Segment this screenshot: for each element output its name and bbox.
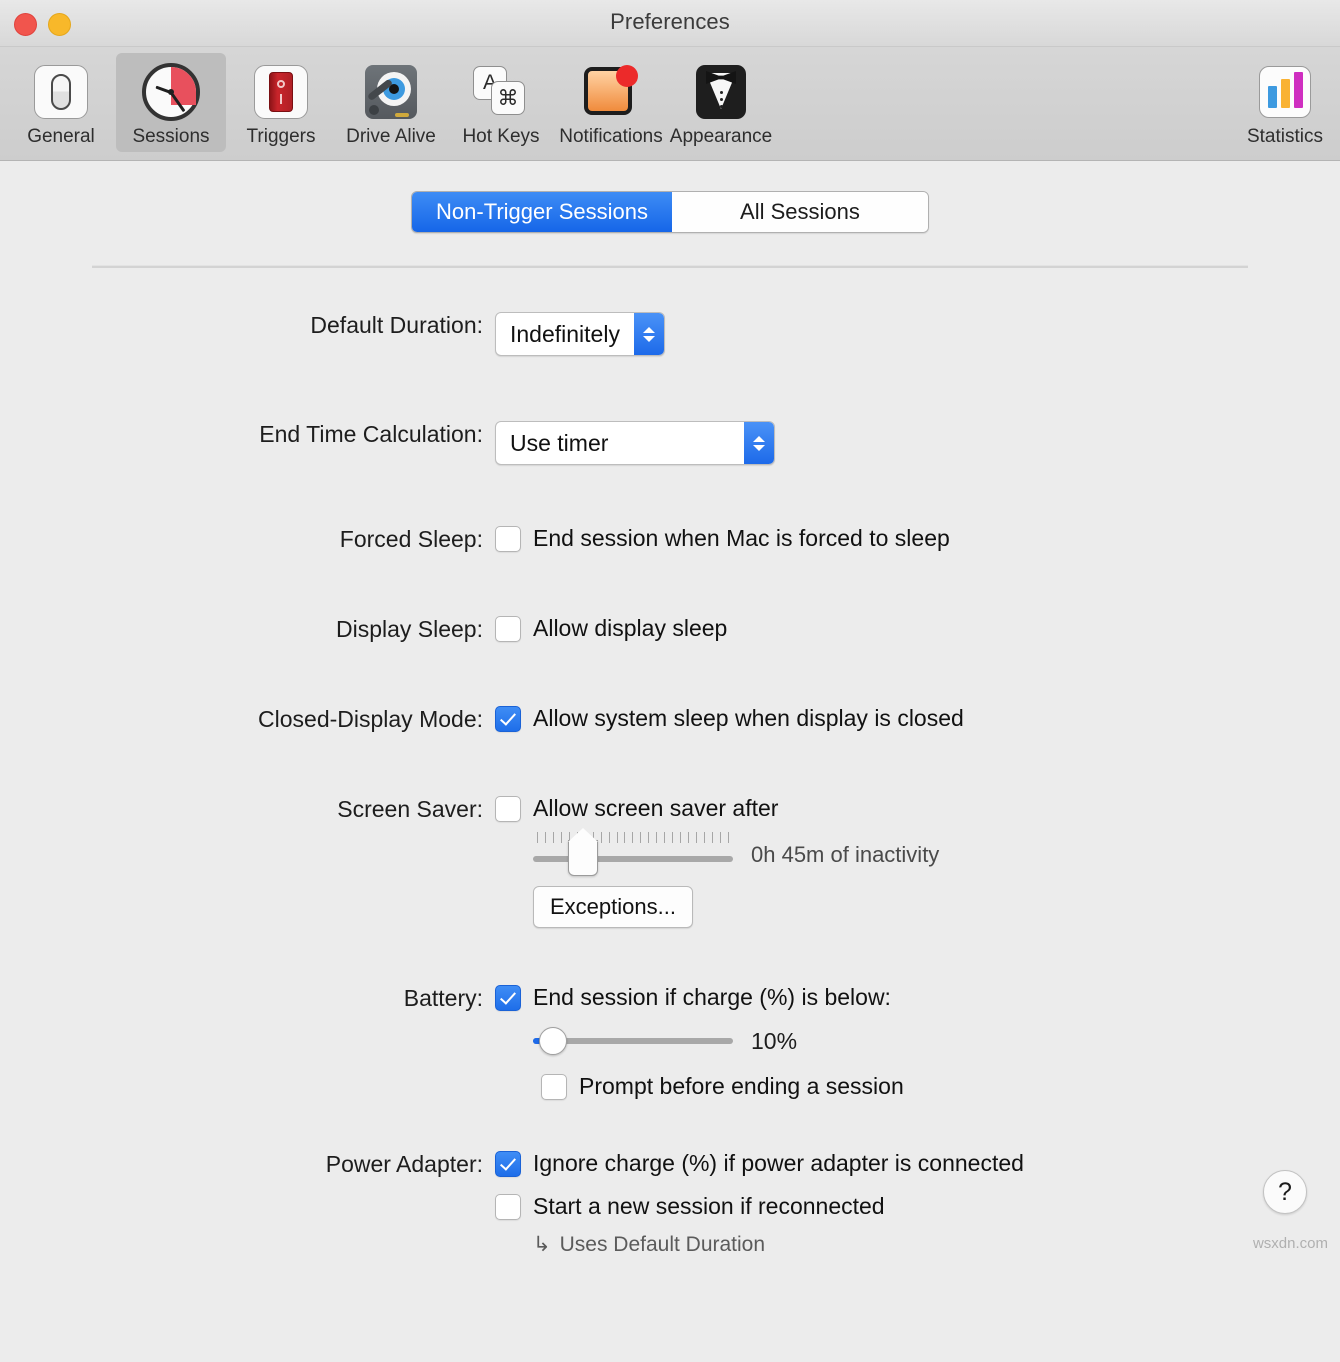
battery-slider-thumb[interactable]	[539, 1027, 567, 1055]
row-battery: Battery: End session if charge (%) is be…	[0, 984, 1340, 1100]
toolbar-item-notifications[interactable]: Notifications	[556, 53, 666, 152]
window-title: Preferences	[0, 9, 1340, 35]
toolbar-label-general: General	[6, 126, 116, 148]
row-forced-sleep: Forced Sleep: End session when Mac is fo…	[0, 525, 1340, 553]
label-display-sleep: Display Sleep:	[0, 615, 495, 643]
row-end-time-calculation: End Time Calculation: Use timer	[0, 421, 1340, 465]
label-forced-sleep: Forced Sleep:	[0, 525, 495, 553]
row-closed-display-mode: Closed-Display Mode: Allow system sleep …	[0, 705, 1340, 733]
toolbar-flexible-space	[776, 53, 1230, 63]
label-screen-saver: Screen Saver:	[0, 795, 495, 823]
clock-icon	[116, 59, 226, 125]
checkbox-label-battery-end-session: End session if charge (%) is below:	[533, 984, 891, 1011]
row-display-sleep: Display Sleep: Allow display sleep	[0, 615, 1340, 643]
label-default-duration: Default Duration:	[0, 312, 495, 339]
session-scope-segmented-control[interactable]: Non-Trigger Sessions All Sessions	[411, 191, 929, 233]
checkbox-battery-prompt[interactable]	[541, 1074, 567, 1100]
notification-icon	[556, 59, 666, 125]
window-titlebar: Preferences	[0, 0, 1340, 47]
screen-saver-slider[interactable]	[533, 830, 733, 880]
label-power-adapter: Power Adapter:	[0, 1150, 495, 1178]
default-duration-popup-button[interactable]: Indefinitely	[495, 312, 665, 356]
tuxedo-icon	[666, 59, 776, 125]
checkbox-screen-saver[interactable]	[495, 796, 521, 822]
preferences-toolbar: General Sessions Triggers	[0, 47, 1340, 161]
default-duration-value: Indefinitely	[496, 313, 634, 355]
checkbox-label-battery-prompt: Prompt before ending a session	[579, 1073, 904, 1100]
segment-non-trigger-sessions[interactable]: Non-Trigger Sessions	[412, 192, 672, 232]
battery-threshold-slider[interactable]	[533, 1024, 733, 1058]
stepper-chevrons-icon	[634, 313, 664, 355]
screen-saver-slider-ticks	[537, 832, 729, 843]
hard-drive-icon	[336, 59, 446, 125]
toolbar-item-sessions[interactable]: Sessions	[116, 53, 226, 152]
preferences-content: Non-Trigger Sessions All Sessions Defaul…	[0, 161, 1340, 1257]
keyboard-keys-icon: A ⌘	[446, 59, 556, 125]
checkbox-start-new-session[interactable]	[495, 1194, 521, 1220]
toolbar-label-hot-keys: Hot Keys	[446, 126, 556, 148]
toggle-switch-icon	[6, 59, 116, 125]
bar-chart-icon	[1230, 59, 1340, 125]
end-time-calculation-popup-button[interactable]: Use timer	[495, 421, 775, 465]
checkbox-label-forced-sleep: End session when Mac is forced to sleep	[533, 525, 950, 552]
label-battery: Battery:	[0, 984, 495, 1012]
toolbar-label-appearance: Appearance	[666, 126, 776, 148]
label-end-time-calculation: End Time Calculation:	[0, 421, 495, 448]
screen-saver-slider-track	[533, 856, 733, 862]
exceptions-button[interactable]: Exceptions...	[533, 886, 693, 928]
note-arrow-icon: ↳	[533, 1232, 551, 1257]
toolbar-item-triggers[interactable]: Triggers	[226, 53, 336, 152]
checkbox-label-screen-saver: Allow screen saver after	[533, 795, 778, 822]
note-text: Uses Default Duration	[560, 1233, 765, 1257]
checkbox-ignore-charge[interactable]	[495, 1151, 521, 1177]
row-default-duration: Default Duration: Indefinitely	[0, 312, 1340, 356]
screen-saver-slider-value: 0h 45m of inactivity	[751, 842, 939, 868]
toolbar-item-drive-alive[interactable]: Drive Alive	[336, 53, 446, 152]
label-closed-display-mode: Closed-Display Mode:	[0, 705, 495, 733]
toolbar-item-hot-keys[interactable]: A ⌘ Hot Keys	[446, 53, 556, 152]
checkbox-forced-sleep[interactable]	[495, 526, 521, 552]
segment-all-sessions[interactable]: All Sessions	[672, 192, 928, 232]
toolbar-item-appearance[interactable]: Appearance	[666, 53, 776, 152]
power-adapter-note: ↳ Uses Default Duration	[533, 1232, 1340, 1257]
checkbox-battery-end-session[interactable]	[495, 985, 521, 1011]
toolbar-label-sessions: Sessions	[116, 126, 226, 148]
toolbar-item-statistics[interactable]: Statistics	[1230, 53, 1340, 152]
watermark: wsxdn.com	[1253, 1235, 1328, 1252]
toolbar-label-triggers: Triggers	[226, 126, 336, 148]
checkbox-label-closed-display-mode: Allow system sleep when display is close…	[533, 705, 964, 732]
checkbox-closed-display-mode[interactable]	[495, 706, 521, 732]
screen-saver-slider-thumb[interactable]	[568, 840, 598, 876]
battery-slider-value: 10%	[751, 1028, 797, 1055]
end-time-calculation-value: Use timer	[496, 422, 744, 464]
rocker-switch-icon	[226, 59, 336, 125]
row-power-adapter: Power Adapter: Ignore charge (%) if powe…	[0, 1150, 1340, 1257]
checkbox-label-ignore-charge: Ignore charge (%) if power adapter is co…	[533, 1150, 1024, 1177]
toolbar-label-drive-alive: Drive Alive	[336, 126, 446, 148]
toolbar-item-general[interactable]: General	[6, 53, 116, 152]
toolbar-label-notifications: Notifications	[556, 126, 666, 148]
row-screen-saver: Screen Saver: Allow screen saver after 0…	[0, 795, 1340, 928]
checkbox-label-start-new-session: Start a new session if reconnected	[533, 1193, 885, 1220]
toolbar-label-statistics: Statistics	[1230, 126, 1340, 148]
help-button[interactable]: ?	[1263, 1170, 1307, 1214]
stepper-chevrons-icon	[744, 422, 774, 464]
checkbox-display-sleep[interactable]	[495, 616, 521, 642]
checkbox-label-display-sleep: Allow display sleep	[533, 615, 727, 642]
